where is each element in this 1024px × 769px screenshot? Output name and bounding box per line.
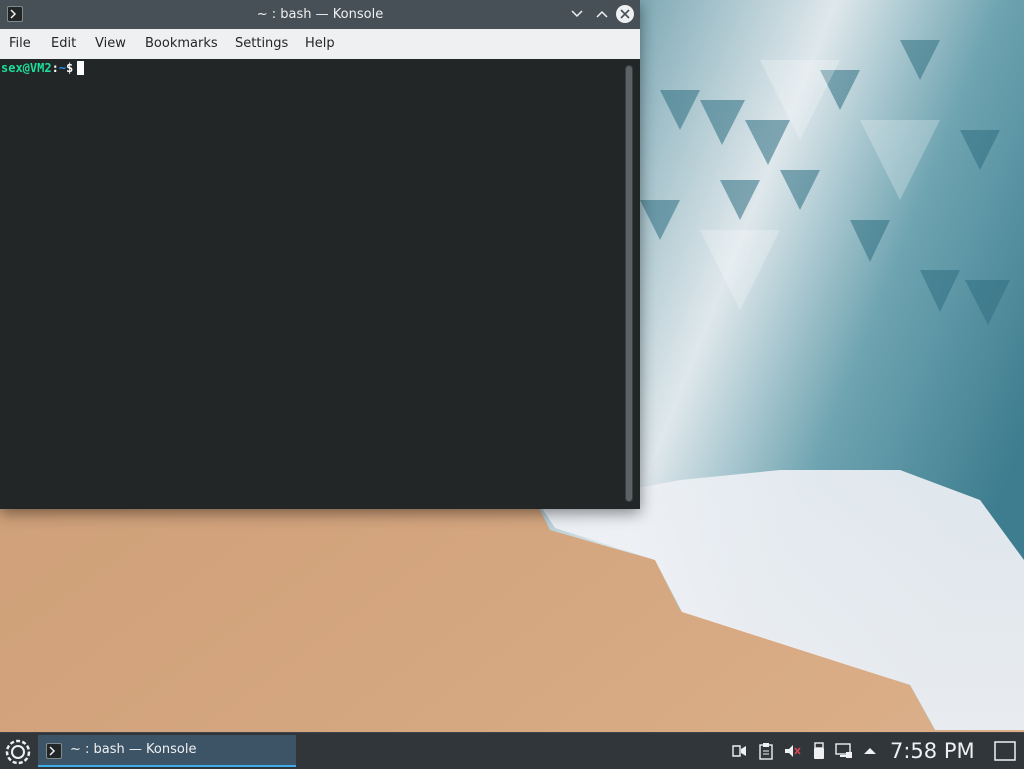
window-titlebar[interactable]: ~ : bash — Konsole [0,0,640,29]
prompt-symbol: $ [66,61,74,75]
clipboard-icon[interactable] [757,742,775,760]
menu-file[interactable]: File [9,29,31,59]
volume-muted-icon[interactable] [783,742,801,760]
shell-prompt: sex@VM2:~$ [1,60,85,76]
maximize-button[interactable] [592,4,612,24]
digital-clock[interactable]: 7:58 PM [890,733,975,769]
expand-tray-icon[interactable] [861,742,879,760]
menu-view[interactable]: View [95,29,126,59]
menu-bookmarks[interactable]: Bookmarks [145,29,218,59]
kde-launcher-icon [5,739,31,765]
chevron-up-icon [596,10,608,18]
scrollbar-thumb[interactable] [626,66,632,501]
terminal-area[interactable]: sex@VM2:~$ [0,59,640,509]
taskbar-task-konsole[interactable]: ~ : bash — Konsole [38,735,296,767]
text-cursor [77,61,85,75]
menu-bar: File Edit View Bookmarks Settings Help [0,29,640,60]
window-title: ~ : bash — Konsole [256,7,384,22]
close-button[interactable] [615,4,635,24]
konsole-task-icon [46,743,62,759]
network-icon[interactable] [835,742,853,760]
close-icon [620,9,630,19]
menu-edit[interactable]: Edit [51,29,76,59]
menu-settings[interactable]: Settings [235,29,288,59]
menu-help[interactable]: Help [305,29,335,59]
konsole-window: ~ : bash — Konsole File Edit View Bookma… [0,0,640,509]
taskbar-panel: ~ : bash — Konsole 7:58 PM [0,732,1024,769]
prompt-separator: : [51,61,59,75]
chevron-down-icon [571,10,583,18]
terminal-scrollbar[interactable] [625,65,633,502]
application-launcher-button[interactable] [3,737,33,767]
usb-drive-icon[interactable] [810,742,828,760]
show-desktop-button[interactable] [993,739,1017,763]
kdeconnect-icon[interactable] [730,742,748,760]
task-label: ~ : bash — Konsole [70,742,197,757]
prompt-user-host: sex@VM2 [1,61,52,75]
show-desktop-icon [994,741,1016,761]
minimize-button[interactable] [567,4,587,24]
prompt-path: ~ [58,61,67,75]
